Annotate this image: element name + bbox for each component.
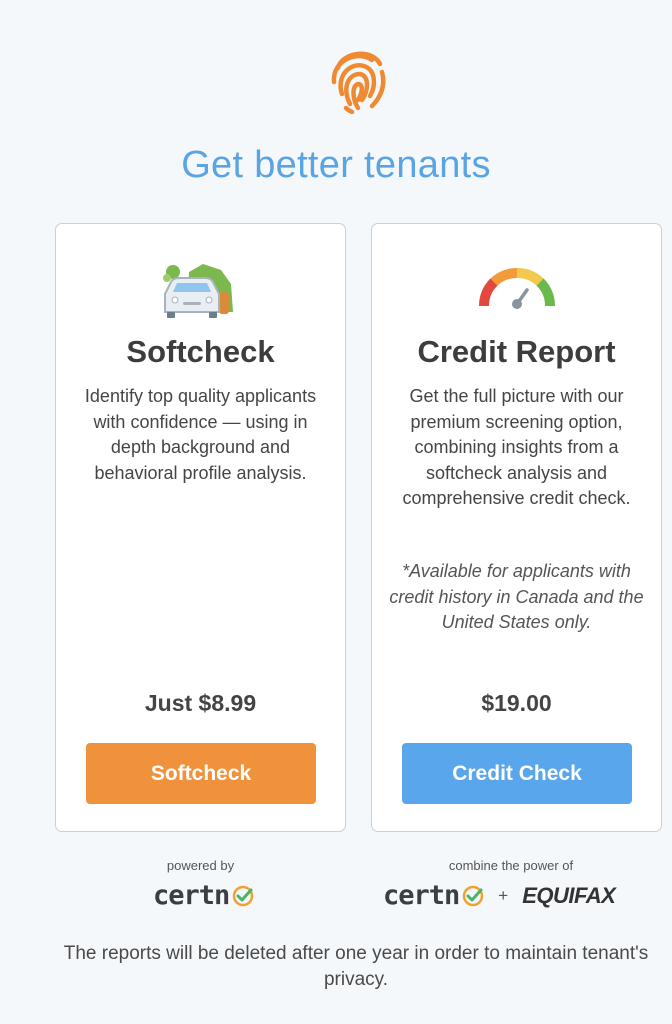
softcheck-button[interactable]: Softcheck (86, 743, 316, 804)
credit-report-description: Get the full picture with our premium sc… (402, 386, 631, 508)
softcheck-price: Just $8.99 (144, 690, 257, 716)
certn-wordmark: certn (383, 880, 460, 911)
credit-report-title: Credit Report (417, 334, 616, 369)
softcheck-description: Identify top quality applicants with con… (84, 386, 317, 483)
privacy-footer-text: The reports will be deleted after one ye… (63, 943, 649, 990)
softcheck-card: Softcheck Identify top quality applicant… (55, 223, 346, 832)
softcheck-title: Softcheck (126, 334, 275, 369)
credit-report-price: $19.00 (481, 690, 552, 716)
powered-by-caption: powered by (166, 858, 235, 873)
plus-sign: + (498, 885, 509, 905)
certn-check-icon (233, 885, 254, 906)
credit-report-card: Credit Report Get the full picture with … (371, 223, 662, 832)
credit-check-button[interactable]: Credit Check (402, 743, 632, 804)
certn-equifax-logos: certn + EQUIFAX (383, 880, 616, 911)
certn-check-icon (463, 885, 484, 906)
equifax-wordmark: EQUIFAX (522, 882, 616, 908)
credit-gauge-icon (478, 268, 555, 309)
combine-power-caption: combine the power of (448, 858, 574, 873)
car-house-icon (162, 264, 233, 318)
fingerprint-logo-icon (331, 51, 386, 114)
credit-availability-note: *Available for applicants with credit hi… (389, 561, 644, 632)
certn-wordmark: certn (153, 880, 230, 911)
certn-logo: certn (153, 880, 254, 911)
page-title: Get better tenants (181, 144, 491, 186)
